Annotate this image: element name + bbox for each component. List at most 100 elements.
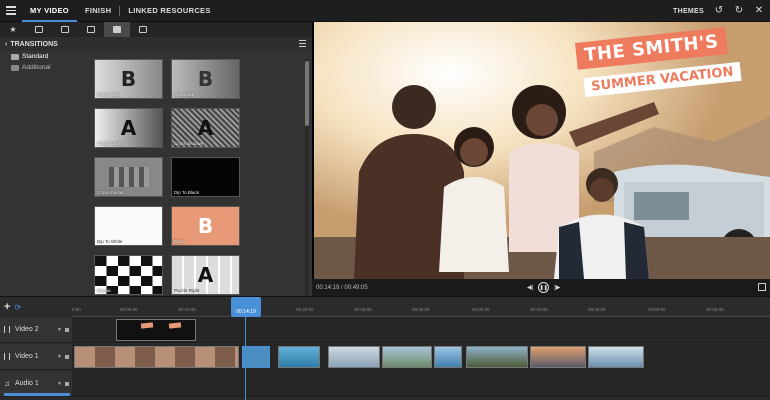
lock-icon[interactable] [65, 327, 69, 332]
ruler-tick: 00:50:00 [648, 307, 666, 312]
playhead[interactable]: 00:14:19 [231, 297, 261, 317]
chevron-down-icon[interactable]: ▼ [57, 354, 62, 360]
transition-tile[interactable]: B Burn [171, 206, 240, 246]
track-lane-audio-1[interactable] [72, 371, 770, 397]
ruler-tick: 0:00 [72, 307, 81, 312]
transition-tile[interactable]: A Cross Zoom [94, 108, 163, 148]
playhead-line[interactable] [245, 317, 246, 400]
track-lane-video-2[interactable] [72, 317, 770, 343]
folder-additional[interactable]: Additional [0, 62, 90, 73]
transitions-title: TRANSITIONS [10, 40, 58, 48]
transition-label: Cross mosaic [97, 190, 125, 195]
top-navigation-bar: MY VIDEO FINISH LINKED RESOURCES THEMES … [0, 0, 770, 22]
track-name: Video 2 [15, 326, 39, 333]
video-editor-app: MY VIDEO FINISH LINKED RESOURCES THEMES … [0, 0, 770, 400]
pause-icon[interactable]: ❚❚ [538, 282, 550, 293]
folder-label: Standard [22, 53, 49, 60]
tab-my-video[interactable]: MY VIDEO [22, 0, 77, 22]
next-icon[interactable]: |▶ [554, 284, 560, 291]
transition-tile[interactable]: B Cross fade [94, 59, 163, 99]
transition-label: Cross fade [97, 92, 119, 97]
transition-tile[interactable]: A Cross dissolve [171, 108, 240, 148]
transition-label: Puzzle Right [174, 288, 200, 293]
transport-controls: ◀​| ❚❚ |▶ [527, 282, 560, 293]
transition-tile[interactable]: Mosaic [94, 255, 163, 295]
video-preview: THE SMITH'S SUMMER VACATION 00:14:19 / 0… [312, 22, 770, 296]
tab-linked-resources[interactable]: LINKED RESOURCES [120, 0, 218, 22]
chevron-down-icon[interactable]: ▼ [57, 327, 62, 333]
fullscreen-icon[interactable] [758, 283, 766, 291]
scrollbar-thumb[interactable] [305, 61, 309, 126]
hamburger-icon[interactable] [0, 0, 22, 22]
transition-tile[interactable]: Dip To Black [171, 157, 240, 197]
redo-icon[interactable]: ↻ [734, 6, 744, 16]
transition-label: Cross dissolve [174, 141, 204, 146]
transition-preview: A [197, 116, 214, 140]
folder-list: Standard Additional [0, 51, 90, 296]
star-icon[interactable]: ★ [0, 22, 26, 37]
track-lane-video-1[interactable] [72, 344, 770, 370]
add-track-icon[interactable]: + [4, 301, 10, 313]
tab-finish[interactable]: FINISH [77, 0, 119, 22]
close-icon[interactable]: ✕ [754, 6, 764, 16]
folder-icon [11, 53, 19, 60]
folder-label: Additional [22, 64, 51, 71]
timeline-clip[interactable] [588, 346, 644, 368]
transition-tile[interactable]: A Puzzle Right [171, 255, 240, 295]
audio-volume-slider[interactable] [4, 393, 70, 396]
timeline-clip[interactable] [382, 346, 432, 368]
transition-preview [108, 167, 149, 187]
panel-scrollbar[interactable] [305, 59, 309, 296]
chevron-left-icon[interactable]: ‹ [5, 41, 7, 48]
transition-label: Mosaic [97, 288, 112, 293]
transition-preview: A [120, 116, 137, 140]
transition-preview: B [197, 67, 214, 91]
ruler-tick: 00:05:00 [120, 307, 138, 312]
track-name: Audio 1 [15, 380, 39, 387]
undo-icon[interactable]: ↺ [714, 6, 724, 16]
transitions-icon[interactable] [104, 22, 130, 37]
transition-label: Dip To White [97, 239, 123, 244]
ruler-tick: 00:25:00 [354, 307, 372, 312]
ruler-tick: 00:20:00 [296, 307, 314, 312]
timeline-clip[interactable] [434, 346, 462, 368]
timeline-clip[interactable] [278, 346, 320, 368]
folder-icon[interactable] [26, 22, 52, 37]
film-icon [4, 326, 10, 333]
music-note-icon: ♫ [4, 379, 10, 388]
transition-label: Dip To Black [174, 190, 199, 195]
transition-label: Cross blur [174, 92, 195, 97]
transition-tile[interactable]: B Cross blur [171, 59, 240, 99]
library-panel: ★ ‹ TRANSITIONS Standard Additional B Cr… [0, 22, 312, 296]
lock-icon[interactable] [65, 354, 69, 359]
transition-tile[interactable]: Cross mosaic [94, 157, 163, 197]
timeline-clip[interactable] [242, 346, 270, 368]
track-header-video-1[interactable]: Video 1 ▼ [0, 344, 72, 370]
transition-preview: B [197, 214, 214, 238]
folder-standard[interactable]: Standard [0, 51, 90, 62]
chevron-down-icon[interactable]: ▼ [57, 381, 62, 387]
timeline-clip[interactable] [74, 346, 239, 368]
previous-icon[interactable]: ◀​| [527, 284, 533, 291]
preview-image: THE SMITH'S SUMMER VACATION [314, 22, 770, 279]
ruler-tick: 00:55:00 [706, 307, 724, 312]
time-ruler[interactable]: 0:00 00:05:00 00:10:00 00:15:00 00:20:00… [72, 302, 770, 317]
ruler-tick: 00:35:00 [472, 307, 490, 312]
timeline-tools: + ⟳ [0, 297, 72, 317]
themes-button[interactable]: THEMES [673, 8, 704, 15]
ruler-tick: 00:30:00 [412, 307, 430, 312]
media-icon[interactable] [52, 22, 78, 37]
snap-icon[interactable]: ⟳ [14, 303, 21, 312]
layers-icon[interactable] [78, 22, 104, 37]
timeline-clip[interactable] [530, 346, 586, 368]
transition-tile[interactable]: Dip To White [94, 206, 163, 246]
titles-icon[interactable] [130, 22, 156, 37]
lock-icon[interactable] [65, 381, 69, 386]
track-header-video-2[interactable]: Video 2 ▼ [0, 317, 72, 343]
transitions-header: ‹ TRANSITIONS [0, 37, 312, 51]
timeline-clip[interactable] [328, 346, 380, 368]
timeline-clip[interactable] [116, 319, 196, 341]
list-view-icon[interactable] [299, 40, 306, 47]
timeline-clip[interactable] [466, 346, 528, 368]
transition-preview: B [120, 67, 137, 91]
